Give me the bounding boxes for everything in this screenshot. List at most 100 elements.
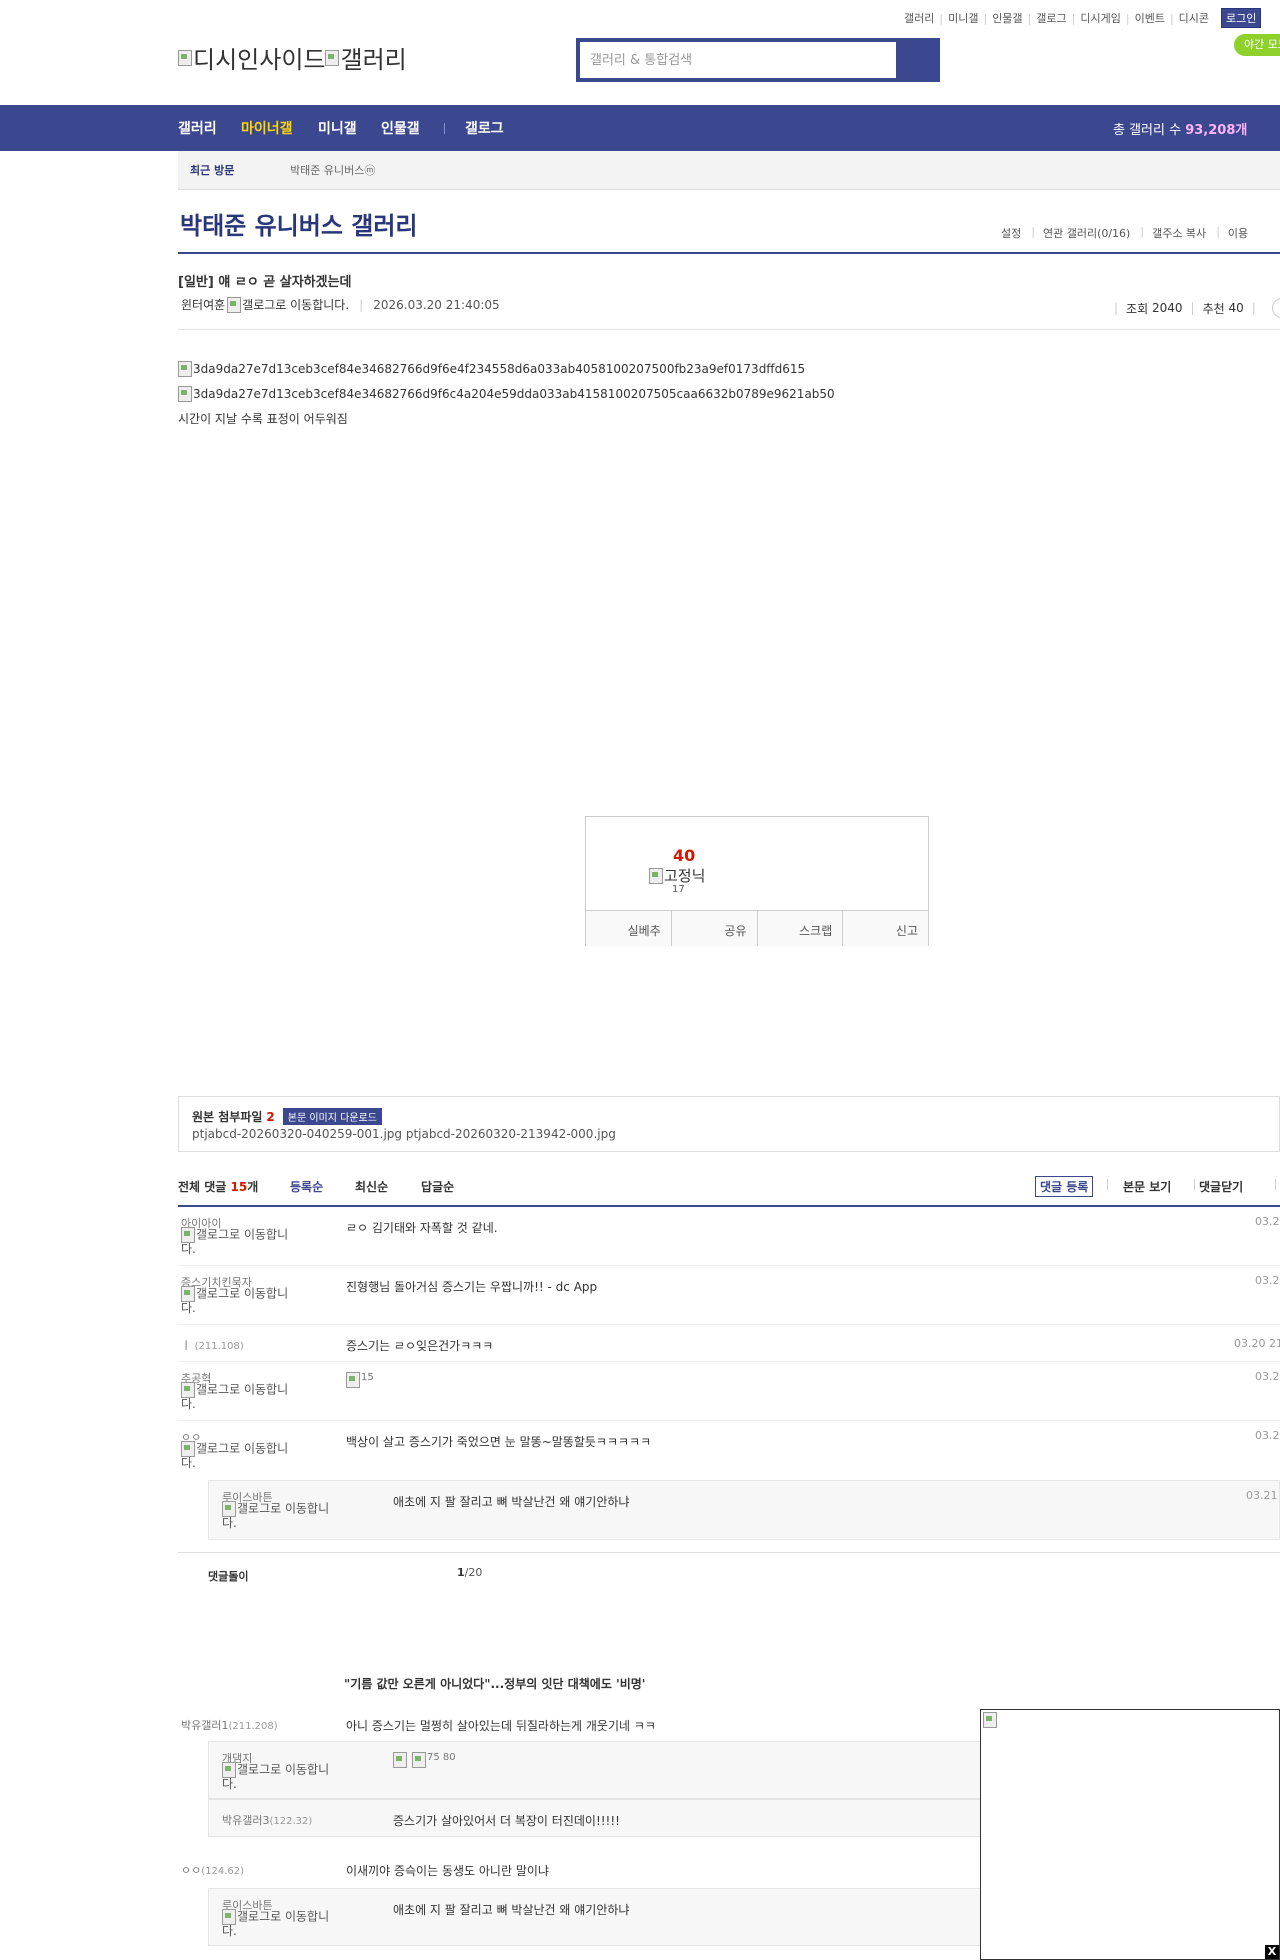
view-body-button[interactable]: 본문 보기 — [1123, 1178, 1171, 1195]
total-gallery-count: 총 갤러리 수 93,208개 — [1113, 123, 1248, 138]
gallog-link[interactable]: 갤로그로 이동합니다. — [181, 1286, 301, 1315]
top-link-gallery[interactable]: 갤러리 — [904, 10, 934, 26]
broken-image-icon — [181, 1382, 195, 1398]
post-title: [일반] 얘 ㄹㅇ 곧 살자하겠는데 — [178, 275, 352, 290]
comment-text: 증스기는 ㄹㅇ잊은건가ㅋㅋㅋ — [346, 1339, 494, 1353]
author-gallog-link[interactable]: 갤로그로 이동합니다. — [242, 296, 349, 313]
comment-pager[interactable]: 1/20 — [457, 1566, 482, 1579]
related-gallery-link[interactable]: 연관 갤러리(0/16) — [1043, 225, 1130, 241]
sort-latest[interactable]: 최신순 — [355, 1178, 388, 1195]
login-button[interactable]: 로그인 — [1221, 8, 1262, 28]
comment-date: 03.20 — [1255, 1274, 1280, 1287]
comment-date: 03.20 — [1255, 1215, 1280, 1228]
comment-text: 증스기가 살아있어서 더 복장이 터진데이!!!!! — [393, 1814, 620, 1828]
comment-text: 백상이 살고 증스기가 죽었으면 눈 말똥~말똥할듯ㅋㅋㅋㅋㅋ — [346, 1435, 652, 1449]
recommend-actions: 실베추 공유 스크랩 신고 — [586, 910, 928, 946]
attachments-count: 2 — [266, 1109, 275, 1124]
comment-text: 아니 증스기는 멀쩡히 살아있는데 뒤질라하는게 개웃기네 ㅋㅋ — [346, 1719, 656, 1733]
broken-image-icon — [649, 867, 663, 884]
top-link-persongall[interactable]: 인물갤 — [992, 10, 1022, 26]
broken-image-icon — [222, 1501, 236, 1517]
gallog-link[interactable]: 갤로그로 이동합니다. — [222, 1501, 342, 1530]
main-nav: 갤러리 마이너갤 미니갤 인물갤 갤로그 총 갤러리 수 93,208개 — [0, 105, 1280, 151]
search-input[interactable] — [580, 42, 896, 78]
search-icon — [908, 50, 927, 69]
broken-image-icon — [178, 386, 192, 402]
close-icon[interactable]: X — [1265, 1945, 1279, 1959]
top-link-minigall[interactable]: 미니갤 — [948, 10, 978, 26]
top-link-dcgame[interactable]: 디시게임 — [1080, 10, 1120, 26]
nav-item-gallog[interactable]: 갤로그 — [465, 118, 504, 138]
comment-nick[interactable]: 박유갤러3(122.32) — [222, 1812, 312, 1828]
sort-replies[interactable]: 답글순 — [421, 1178, 454, 1195]
comment-date: 03.20 — [1255, 1370, 1280, 1383]
search-button[interactable] — [896, 38, 940, 82]
night-mode-toggle[interactable]: 야간 모드 — [1234, 34, 1280, 56]
broken-image-icon — [178, 361, 192, 377]
post-meta: 윈터여훈 갤로그로 이동합니다. | 2026.03.20 21:40:05 — [181, 296, 500, 313]
comment-nick[interactable]: ㅣ (211.108) — [181, 1337, 244, 1353]
post-image-alt: 3da9da27e7d13ceb3cef84e34682766d9f6c4a20… — [193, 387, 835, 401]
floating-ad: X — [980, 1709, 1280, 1960]
recommend-count: 40 — [1228, 301, 1244, 315]
fixed-nick-label: 고정닉 — [649, 865, 705, 886]
comment-count-button[interactable]: 5 — [1271, 298, 1280, 318]
divider — [178, 1552, 1280, 1553]
top-link-event[interactable]: 이벤트 — [1135, 10, 1165, 26]
sort-registered[interactable]: 등록순 — [290, 1178, 323, 1195]
broken-image-icon — [222, 1909, 236, 1925]
top-links: 갤러리 | 미니갤 | 인물갤 | 갤로그 | 디시게임 | 이벤트 | 디시콘 로그인 — [904, 8, 1262, 28]
fixed-nick-count: 17 — [672, 884, 685, 895]
gallog-link[interactable]: 갤로그로 이동합니다. — [222, 1909, 342, 1938]
gallery-settings-link[interactable]: 설정 — [1001, 225, 1021, 241]
download-images-button[interactable]: 본문 이미지 다운로드 — [282, 1108, 382, 1125]
usage-link[interactable]: 이용 — [1228, 225, 1248, 241]
scrap-button[interactable]: 스크랩 — [758, 911, 844, 946]
comment-row: ㅣ (211.108) 증스기는 ㄹㅇ잊은건가ㅋㅋㅋ 03.20 21 — [178, 1325, 1280, 1362]
copy-address-link[interactable]: 갤주소 복사 — [1152, 225, 1206, 241]
comment-date: 03.20 — [1255, 1429, 1280, 1442]
report-button[interactable]: 신고 — [843, 911, 928, 946]
gallery-title[interactable]: 박태준 유니버스 갤러리 — [180, 206, 418, 241]
recommend-label: 추천 — [1202, 301, 1225, 316]
comment-date: 03.21 0 — [1246, 1489, 1280, 1502]
nav-item-gallery[interactable]: 갤러리 — [178, 118, 217, 138]
logo-gallery-alt: 갤러리 — [340, 46, 407, 74]
attachment-files[interactable]: ptjabcd-20260320-040259-001.jpg ptjabcd-… — [192, 1127, 616, 1141]
comment-row: ㅇㅇ 갤로그로 이동합니다. 백상이 살고 증스기가 죽었으면 눈 말똥~말똥할… — [178, 1421, 1280, 1479]
views-label: 조회 — [1126, 301, 1149, 316]
top-link-dccon[interactable]: 디시콘 — [1179, 10, 1209, 26]
comment-date: 03.20 21 — [1234, 1337, 1280, 1350]
site-logo[interactable]: 디시인사이드 갤러리 — [178, 40, 407, 75]
post-image: 3da9da27e7d13ceb3cef84e34682766d9f6c4a20… — [178, 386, 835, 402]
post-date: 2026.03.20 21:40:05 — [373, 297, 500, 312]
nav-item-person[interactable]: 인물갤 — [381, 118, 420, 138]
gallog-link[interactable]: 갤로그로 이동합니다. — [181, 1382, 301, 1411]
comment-nick[interactable]: 박유갤러1(211.208) — [181, 1717, 278, 1733]
comment-bot-label: 댓글돌이 — [208, 1570, 249, 1583]
nav-item-mini[interactable]: 미니갤 — [318, 118, 357, 138]
views-count: 2040 — [1151, 301, 1183, 315]
broken-image-icon — [325, 49, 340, 66]
broken-image-icon — [346, 1372, 360, 1388]
post-author[interactable]: 윈터여훈 — [181, 296, 225, 313]
gallog-link[interactable]: 갤로그로 이동합니다. — [181, 1227, 301, 1256]
comment-nick[interactable]: ㅇㅇ(124.62) — [181, 1862, 244, 1878]
best-button[interactable]: 실베추 — [586, 911, 672, 946]
share-button[interactable]: 공유 — [672, 911, 758, 946]
comment-dccon: 75 80 — [393, 1752, 456, 1768]
comment-text: 이새끼야 증슥이는 동생도 아니란 말이냐 — [346, 1864, 549, 1878]
news-headline[interactable]: "기름 값만 오른게 아니었다"...정부의 잇단 대책에도 '비명' — [344, 1675, 645, 1692]
nav-item-minor[interactable]: 마이너갤 — [241, 118, 293, 138]
gallog-link[interactable]: 갤로그로 이동합니다. — [181, 1441, 301, 1470]
close-comments-button[interactable]: 댓글닫기 — [1199, 1178, 1243, 1195]
gallog-link[interactable]: 갤로그로 이동합니다. — [222, 1762, 342, 1791]
recent-item[interactable]: 박태준 유니버스ⓜ — [290, 162, 375, 178]
broken-image-icon — [393, 1752, 407, 1768]
search-bar — [576, 38, 940, 82]
top-link-gallog[interactable]: 갤로그 — [1036, 10, 1066, 26]
comment-text: 애초에 지 팔 잘리고 뼈 박살난건 왜 얘기안하냐 — [393, 1495, 630, 1509]
recommend-box: 40 고정닉 17 실베추 공유 스크랩 신고 — [585, 816, 929, 946]
comment-dccon: 15 — [346, 1372, 374, 1388]
register-comment-button[interactable]: 댓글 등록 — [1035, 1176, 1094, 1197]
